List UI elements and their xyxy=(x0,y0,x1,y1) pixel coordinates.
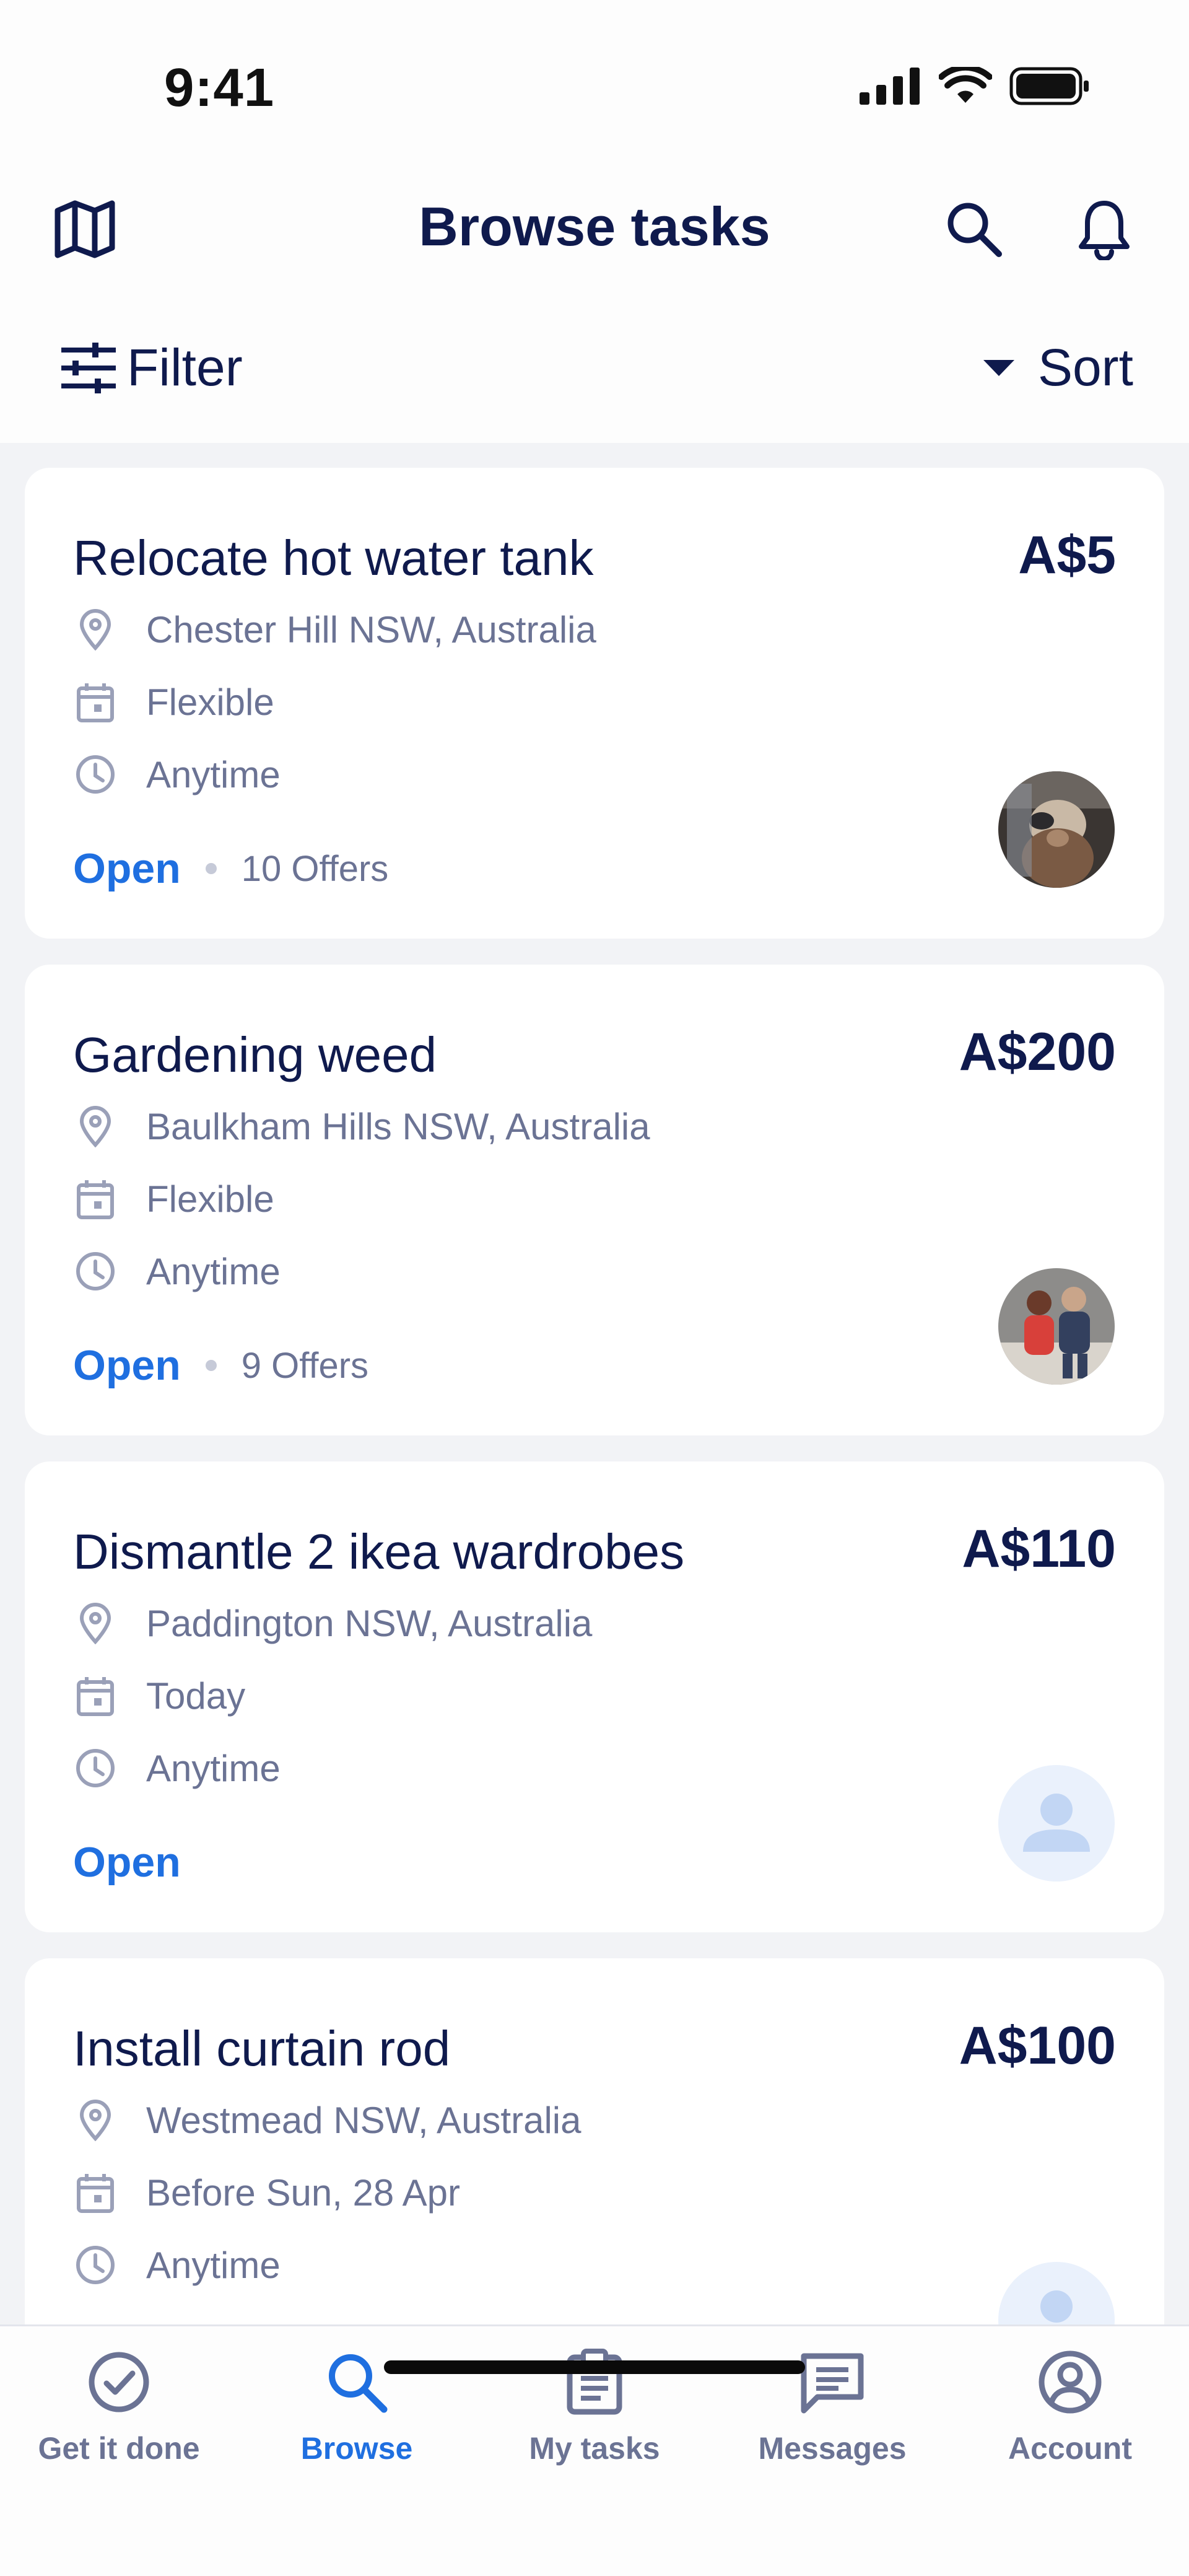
poster-avatar[interactable] xyxy=(998,1268,1115,1385)
location-pin-icon xyxy=(73,607,118,652)
app-header: Browse tasks xyxy=(0,167,1189,288)
chat-icon xyxy=(801,2353,864,2414)
calendar-icon xyxy=(73,1176,118,1221)
task-date: Flexible xyxy=(73,1176,274,1221)
date-text: Flexible xyxy=(146,1178,274,1220)
task-location: Baulkham Hills NSW, Australia xyxy=(73,1104,650,1149)
clock-icon xyxy=(73,2243,118,2287)
task-location: Paddington NSW, Australia xyxy=(73,1601,592,1645)
poster-avatar-placeholder[interactable] xyxy=(998,1765,1115,1882)
time-text: Anytime xyxy=(146,2244,281,2286)
task-time: Anytime xyxy=(73,1249,281,1294)
tab-label: Messages xyxy=(758,2431,907,2466)
sliders-icon xyxy=(61,342,116,393)
task-time: Anytime xyxy=(73,752,281,797)
time-text: Anytime xyxy=(146,1747,281,1789)
tab-get-it-done[interactable]: Get it done xyxy=(0,2345,238,2466)
wifi-icon xyxy=(939,67,992,103)
status-open: Open xyxy=(73,1839,181,1886)
task-status-row: Open 10 Offers xyxy=(73,844,388,893)
task-list: Relocate hot water tank A$5 Chester Hill… xyxy=(25,468,1164,2455)
task-date: Today xyxy=(73,1673,245,1718)
task-card[interactable]: Relocate hot water tank A$5 Chester Hill… xyxy=(25,468,1164,939)
time-text: Anytime xyxy=(146,753,281,795)
task-time: Anytime xyxy=(73,1746,281,1790)
page-title: Browse tasks xyxy=(419,196,770,257)
status-time: 9:41 xyxy=(164,58,275,118)
offers-count: 9 Offers xyxy=(241,1345,369,1386)
task-price: A$100 xyxy=(959,2016,1116,2075)
task-date: Before Sun, 28 Apr xyxy=(73,2170,460,2215)
separator-dot xyxy=(205,863,217,874)
battery-icon xyxy=(1009,67,1089,105)
poster-avatar[interactable] xyxy=(998,771,1115,888)
sort-label: Sort xyxy=(1037,338,1133,396)
calendar-icon xyxy=(73,1673,118,1718)
task-card[interactable]: Dismantle 2 ikea wardrobes A$110 Padding… xyxy=(25,1461,1164,1932)
status-open: Open xyxy=(73,845,181,892)
task-location: Westmead NSW, Australia xyxy=(73,2098,581,2142)
time-text: Anytime xyxy=(146,1250,281,1292)
status-icons xyxy=(860,67,1090,105)
location-text: Paddington NSW, Australia xyxy=(146,1602,593,1644)
account-icon xyxy=(1039,2350,1102,2414)
task-card[interactable]: Gardening weed A$200 Baulkham Hills NSW,… xyxy=(25,965,1164,1435)
tab-label: Get it done xyxy=(38,2431,200,2466)
search-button[interactable] xyxy=(940,195,1008,263)
date-text: Today xyxy=(146,1675,246,1717)
tab-label: My tasks xyxy=(529,2431,660,2466)
clock-icon xyxy=(73,1249,118,1294)
bell-icon xyxy=(1079,201,1130,260)
notifications-button[interactable] xyxy=(1070,195,1138,263)
task-date: Flexible xyxy=(73,680,274,724)
task-status-row: Open 9 Offers xyxy=(73,1341,368,1390)
tab-label: Account xyxy=(1008,2431,1132,2466)
task-location: Chester Hill NSW, Australia xyxy=(73,607,596,652)
location-text: Chester Hill NSW, Australia xyxy=(146,608,596,651)
location-text: Westmead NSW, Australia xyxy=(146,2099,581,2141)
task-title: Relocate hot water tank xyxy=(73,530,594,585)
home-indicator xyxy=(384,2360,805,2374)
status-open: Open xyxy=(73,1342,181,1389)
cellular-signal-icon xyxy=(860,68,920,105)
filter-bar: Filter Sort xyxy=(0,288,1189,443)
tab-label: Browse xyxy=(300,2431,413,2466)
caret-down-icon xyxy=(983,359,1014,376)
filter-button[interactable]: Filter xyxy=(59,338,243,398)
offers-count: 10 Offers xyxy=(241,848,389,889)
sort-button[interactable]: Sort xyxy=(982,338,1133,398)
task-status-row: Open xyxy=(73,1838,181,1886)
search-icon xyxy=(329,2354,388,2413)
location-text: Baulkham Hills NSW, Australia xyxy=(146,1105,650,1147)
check-circle-icon xyxy=(89,2352,149,2412)
calendar-icon xyxy=(73,680,118,724)
task-time: Anytime xyxy=(73,2243,281,2287)
clock-icon xyxy=(73,1746,118,1790)
task-price: A$5 xyxy=(1018,525,1116,585)
task-title: Gardening weed xyxy=(73,1027,437,1082)
task-price: A$200 xyxy=(959,1022,1116,1082)
clipboard-icon xyxy=(567,2349,622,2415)
status-bar: 9:41 xyxy=(0,0,1189,167)
date-text: Before Sun, 28 Apr xyxy=(146,2171,461,2214)
filter-label: Filter xyxy=(127,338,243,396)
location-pin-icon xyxy=(73,2098,118,2142)
user-placeholder-icon xyxy=(998,1765,1115,1882)
date-text: Flexible xyxy=(146,681,274,723)
search-icon xyxy=(947,203,1002,257)
location-pin-icon xyxy=(73,1104,118,1149)
task-price: A$110 xyxy=(962,1519,1116,1579)
tab-account[interactable]: Account xyxy=(951,2345,1189,2466)
location-pin-icon xyxy=(73,1601,118,1645)
separator-dot xyxy=(205,1360,217,1371)
calendar-icon xyxy=(73,2170,118,2215)
clock-icon xyxy=(73,752,118,797)
task-title: Dismantle 2 ikea wardrobes xyxy=(73,1524,685,1579)
task-title: Install curtain rod xyxy=(73,2021,451,2076)
